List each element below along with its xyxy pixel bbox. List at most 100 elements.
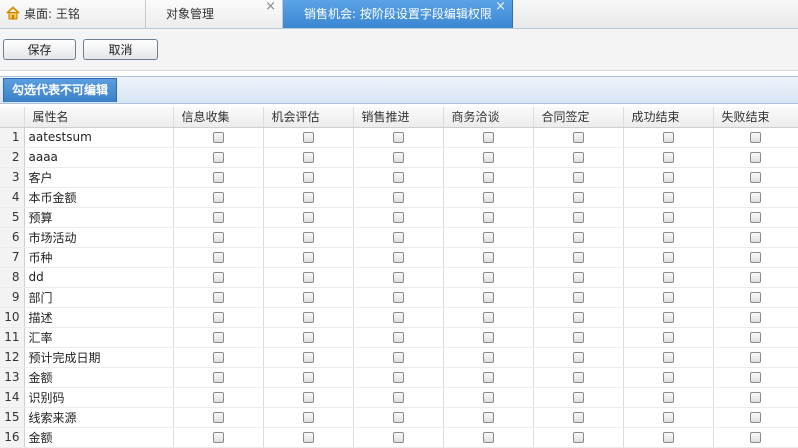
not-editable-checkbox[interactable] [750, 232, 761, 243]
not-editable-checkbox[interactable] [392, 312, 404, 323]
not-editable-checkbox[interactable] [392, 352, 404, 363]
not-editable-checkbox[interactable] [750, 152, 761, 163]
not-editable-checkbox[interactable] [392, 272, 404, 283]
not-editable-checkbox[interactable] [302, 232, 314, 243]
not-editable-checkbox[interactable] [750, 352, 761, 363]
not-editable-checkbox[interactable] [212, 192, 224, 203]
not-editable-checkbox[interactable] [750, 172, 761, 183]
not-editable-checkbox[interactable] [392, 232, 404, 243]
not-editable-checkbox[interactable] [212, 292, 224, 303]
not-editable-checkbox[interactable] [750, 252, 761, 263]
not-editable-checkbox[interactable] [572, 132, 584, 143]
not-editable-checkbox[interactable] [750, 332, 761, 343]
not-editable-checkbox[interactable] [302, 252, 314, 263]
not-editable-checkbox[interactable] [302, 212, 314, 223]
not-editable-checkbox[interactable] [572, 252, 584, 263]
close-icon[interactable]: × [495, 0, 506, 21]
not-editable-checkbox[interactable] [302, 332, 314, 343]
not-editable-checkbox[interactable] [212, 392, 224, 403]
not-editable-checkbox[interactable] [750, 132, 761, 143]
not-editable-checkbox[interactable] [392, 432, 404, 443]
not-editable-checkbox[interactable] [750, 412, 761, 423]
not-editable-checkbox[interactable] [302, 132, 314, 143]
not-editable-checkbox[interactable] [212, 312, 224, 323]
not-editable-checkbox[interactable] [392, 252, 404, 263]
not-editable-checkbox[interactable] [662, 372, 674, 383]
not-editable-checkbox[interactable] [212, 232, 224, 243]
not-editable-checkbox[interactable] [662, 432, 674, 443]
not-editable-checkbox[interactable] [392, 172, 404, 183]
not-editable-checkbox[interactable] [302, 172, 314, 183]
not-editable-checkbox[interactable] [662, 392, 674, 403]
not-editable-checkbox[interactable] [572, 192, 584, 203]
not-editable-checkbox[interactable] [212, 152, 224, 163]
not-editable-checkbox[interactable] [482, 212, 494, 223]
not-editable-checkbox[interactable] [482, 252, 494, 263]
not-editable-checkbox[interactable] [482, 412, 494, 423]
not-editable-checkbox[interactable] [662, 212, 674, 223]
column-header[interactable]: 成功结束 [623, 107, 714, 128]
not-editable-checkbox[interactable] [302, 312, 314, 323]
not-editable-checkbox[interactable] [302, 352, 314, 363]
not-editable-checkbox[interactable] [482, 392, 494, 403]
not-editable-checkbox[interactable] [302, 392, 314, 403]
tab-opportunity-field-permissions[interactable]: 销售机会: 按阶段设置字段编辑权限 × [283, 0, 513, 28]
not-editable-checkbox[interactable] [572, 412, 584, 423]
close-icon[interactable]: × [265, 0, 276, 21]
not-editable-checkbox[interactable] [482, 352, 494, 363]
not-editable-checkbox[interactable] [572, 332, 584, 343]
not-editable-checkbox[interactable] [662, 272, 674, 283]
column-header[interactable]: 销售推进 [353, 107, 444, 128]
column-header[interactable]: 机会评估 [263, 107, 354, 128]
not-editable-checkbox[interactable] [212, 272, 224, 283]
not-editable-checkbox[interactable] [662, 172, 674, 183]
not-editable-checkbox[interactable] [482, 272, 494, 283]
column-header[interactable]: 属性名 [24, 107, 174, 128]
not-editable-checkbox[interactable] [482, 312, 494, 323]
column-header[interactable]: 信息收集 [173, 107, 264, 128]
not-editable-checkbox[interactable] [662, 232, 674, 243]
not-editable-checkbox[interactable] [212, 212, 224, 223]
not-editable-checkbox[interactable] [482, 152, 494, 163]
not-editable-checkbox[interactable] [392, 192, 404, 203]
not-editable-checkbox[interactable] [572, 372, 584, 383]
not-editable-checkbox[interactable] [662, 352, 674, 363]
not-editable-checkbox[interactable] [212, 352, 224, 363]
not-editable-checkbox[interactable] [392, 152, 404, 163]
not-editable-checkbox[interactable] [482, 232, 494, 243]
not-editable-checkbox[interactable] [662, 292, 674, 303]
not-editable-checkbox[interactable] [572, 312, 584, 323]
not-editable-checkbox[interactable] [662, 412, 674, 423]
not-editable-checkbox[interactable] [572, 352, 584, 363]
not-editable-checkbox[interactable] [572, 272, 584, 283]
tab-object-management[interactable]: 对象管理 × [146, 0, 283, 28]
not-editable-checkbox[interactable] [212, 332, 224, 343]
not-editable-checkbox[interactable] [662, 132, 674, 143]
not-editable-checkbox[interactable] [572, 392, 584, 403]
not-editable-checkbox[interactable] [482, 132, 494, 143]
not-editable-checkbox[interactable] [392, 212, 404, 223]
not-editable-checkbox[interactable] [302, 372, 314, 383]
not-editable-checkbox[interactable] [662, 332, 674, 343]
not-editable-checkbox[interactable] [662, 312, 674, 323]
not-editable-checkbox[interactable] [302, 272, 314, 283]
not-editable-checkbox[interactable] [482, 432, 494, 443]
column-header[interactable]: 合同签定 [533, 107, 624, 128]
not-editable-checkbox[interactable] [482, 332, 494, 343]
not-editable-checkbox[interactable] [392, 412, 404, 423]
not-editable-checkbox[interactable] [572, 152, 584, 163]
not-editable-checkbox[interactable] [750, 212, 761, 223]
not-editable-checkbox[interactable] [302, 412, 314, 423]
not-editable-checkbox[interactable] [662, 152, 674, 163]
not-editable-checkbox[interactable] [392, 372, 404, 383]
save-button[interactable]: 保存 [3, 39, 76, 60]
not-editable-checkbox[interactable] [482, 372, 494, 383]
not-editable-checkbox[interactable] [572, 232, 584, 243]
not-editable-checkbox[interactable] [482, 192, 494, 203]
not-editable-checkbox[interactable] [750, 432, 761, 443]
not-editable-checkbox[interactable] [212, 372, 224, 383]
not-editable-checkbox[interactable] [750, 272, 761, 283]
not-editable-checkbox[interactable] [482, 172, 494, 183]
column-header[interactable]: 失败结束 [713, 107, 798, 128]
not-editable-checkbox[interactable] [572, 212, 584, 223]
